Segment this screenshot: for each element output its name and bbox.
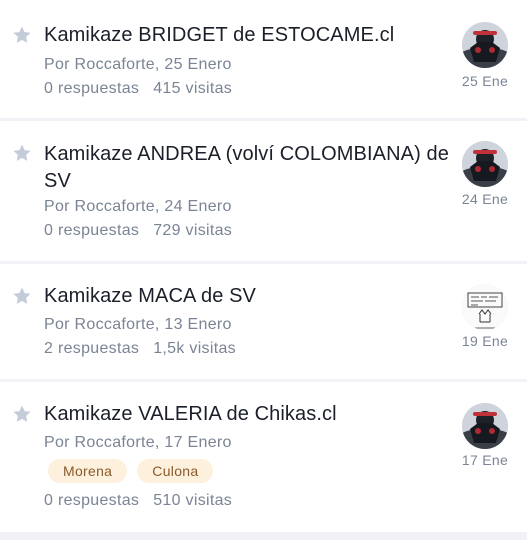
views-count: 510 visitas: [153, 492, 233, 509]
avatar[interactable]: [462, 284, 508, 330]
replies-count: 0 respuestas: [44, 80, 140, 97]
replies-count: 2 respuestas: [44, 340, 140, 357]
topic-stats: 0 respuestas 415 visitas: [44, 79, 232, 99]
topic-stats: 0 respuestas 729 visitas: [44, 221, 232, 241]
topic-date: 25 Ene: [461, 73, 509, 89]
topic-title-line: Kamikaze ANDREA (volví COLOMBIANA) de: [44, 143, 449, 165]
avatar[interactable]: [462, 141, 508, 187]
topic-title-line: SV: [44, 170, 71, 192]
topic-stats: 2 respuestas 1,5k visitas: [44, 339, 236, 359]
avatar[interactable]: [462, 403, 508, 449]
views-count: 729 visitas: [153, 222, 233, 239]
topic-stats: 0 respuestas 510 visitas: [44, 491, 232, 511]
topic-list: Kamikaze BRIDGET de ESTOCAME.cl Por Rocc…: [0, 0, 527, 540]
replies-count: 0 respuestas: [44, 492, 140, 509]
topic-title[interactable]: Kamikaze BRIDGET de ESTOCAME.cl: [44, 22, 454, 49]
star-icon[interactable]: [12, 143, 32, 163]
topic-row[interactable]: Kamikaze MACA de SV Por Roccaforte, 13 E…: [0, 264, 527, 379]
star-icon[interactable]: [12, 286, 32, 306]
topic-meta: Por Roccaforte, 13 Enero: [44, 316, 232, 333]
topic-meta: Por Roccaforte, 25 Enero: [44, 56, 232, 73]
topic-meta: Por Roccaforte, 24 Enero: [44, 198, 232, 215]
topic-row[interactable]: Kamikaze ANDREA (volví COLOMBIANA) de SV…: [0, 121, 527, 261]
topic-row[interactable]: Kamikaze VALERIA de Chikas.cl Por Roccaf…: [0, 382, 527, 532]
topic-title[interactable]: Kamikaze VALERIA de Chikas.cl: [44, 401, 454, 428]
tag-badge[interactable]: Culona: [137, 459, 214, 483]
replies-count: 0 respuestas: [44, 222, 140, 239]
star-icon[interactable]: [12, 404, 32, 424]
topic-date: 19 Ene: [461, 333, 509, 349]
tag-badge[interactable]: Morena: [48, 459, 128, 483]
topic-row[interactable]: Kamikaze BRIDGET de ESTOCAME.cl Por Rocc…: [0, 0, 527, 118]
topic-title[interactable]: Kamikaze ANDREA (volví COLOMBIANA) de SV: [44, 141, 454, 195]
views-count: 415 visitas: [153, 80, 233, 97]
topic-date: 17 Ene: [461, 452, 509, 468]
avatar[interactable]: [462, 22, 508, 68]
star-icon[interactable]: [12, 25, 32, 45]
topic-meta: Por Roccaforte, 17 Enero: [44, 434, 232, 451]
views-count: 1,5k visitas: [153, 340, 236, 357]
topic-date: 24 Ene: [461, 191, 509, 207]
topic-title[interactable]: Kamikaze MACA de SV: [44, 283, 454, 310]
topic-tags: Morena Culona: [48, 459, 214, 483]
